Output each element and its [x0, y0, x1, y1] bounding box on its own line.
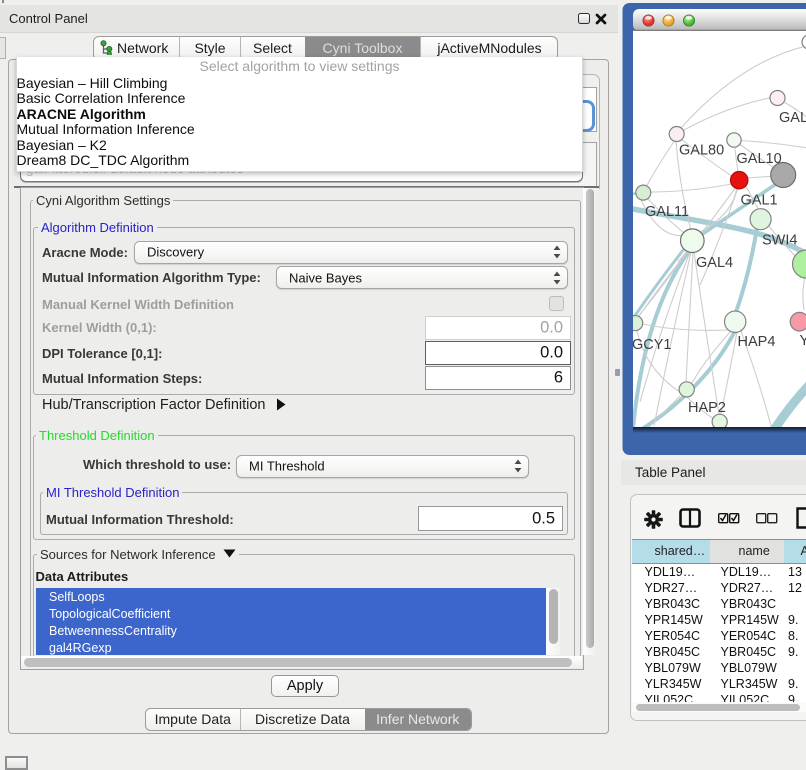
svg-text:GAL1: GAL1: [741, 193, 778, 209]
svg-text:HAP2: HAP2: [688, 400, 726, 416]
svg-text:GAL4: GAL4: [696, 255, 733, 271]
svg-text:HAP4: HAP4: [738, 334, 776, 350]
svg-text:GAL11: GAL11: [645, 204, 689, 220]
svg-text:GAL10: GAL10: [737, 151, 782, 167]
svg-text:Y: Y: [800, 333, 806, 349]
svg-text:GAL80: GAL80: [679, 143, 724, 159]
svg-text:GAL2: GAL2: [779, 110, 806, 126]
svg-text:SWI4: SWI4: [762, 233, 797, 249]
svg-text:GCY1: GCY1: [632, 337, 672, 353]
